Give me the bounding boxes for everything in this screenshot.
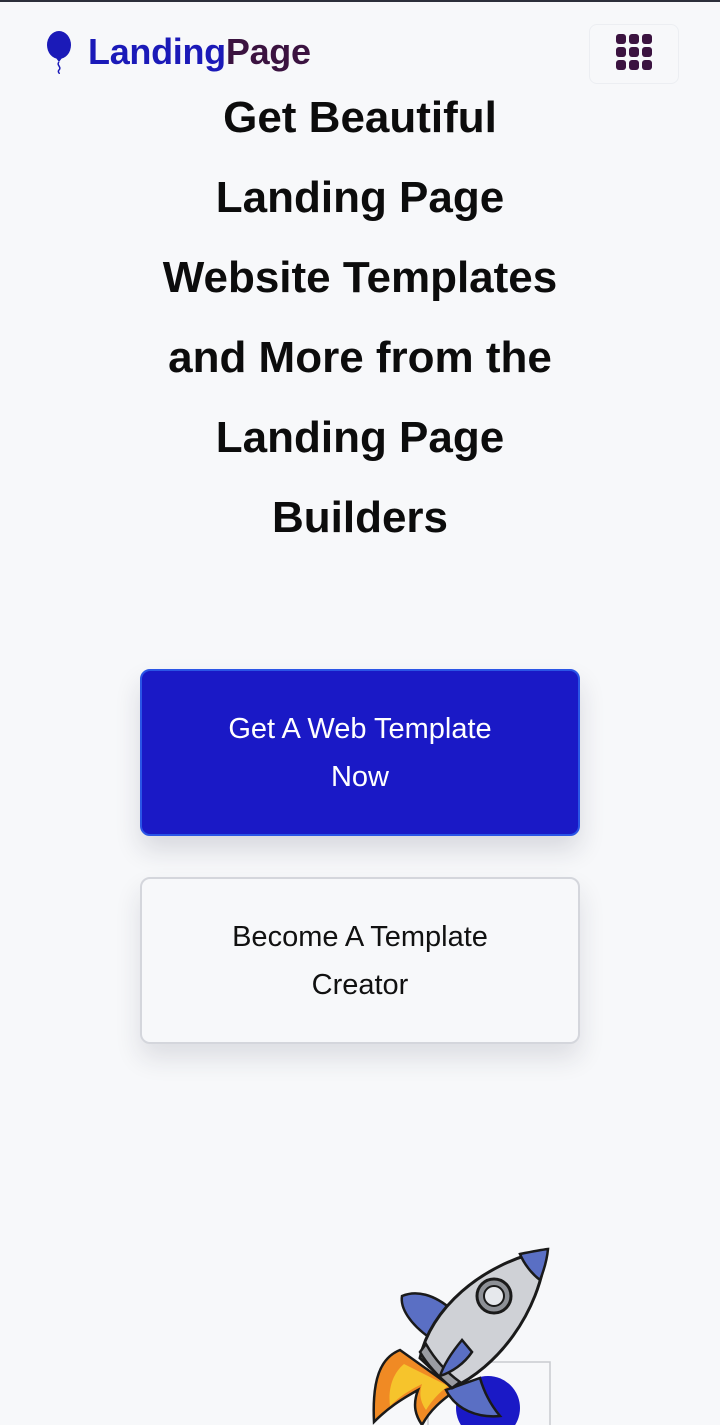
brand-name-part1: Landing <box>88 31 226 72</box>
hero-title-line: and More from the <box>168 333 552 382</box>
balloon-icon <box>44 30 74 74</box>
menu-button[interactable] <box>589 24 679 84</box>
brand-name: LandingPage <box>88 31 311 73</box>
hero-title-line: Website Templates <box>162 253 558 302</box>
site-header: LandingPage <box>0 0 720 100</box>
hero-title-line: Landing Page <box>215 173 505 222</box>
become-creator-button[interactable]: Become A Template Creator <box>140 877 580 1044</box>
hero-title-line: Landing Page <box>215 413 505 462</box>
rocket-illustration <box>360 1240 560 1425</box>
hero-title: Get Beautiful Landing Page Website Templ… <box>0 78 720 558</box>
hero-title-line: Builders <box>271 493 449 542</box>
grid-menu-icon <box>615 33 653 76</box>
logo[interactable]: LandingPage <box>44 30 311 74</box>
brand-name-part2: Page <box>225 31 311 72</box>
get-template-button[interactable]: Get A Web Template Now <box>140 669 580 836</box>
